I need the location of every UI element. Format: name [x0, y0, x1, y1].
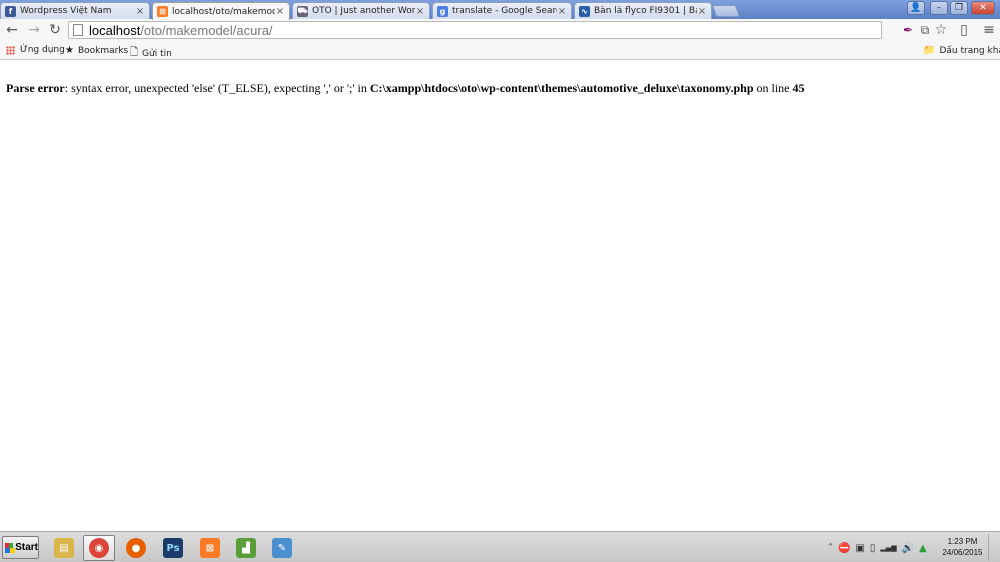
clock-time: 1:23 PM — [947, 537, 978, 546]
tab-oto[interactable]: ⛟ OTO | Just another WordPre × — [292, 2, 430, 19]
translate-icon[interactable]: ⧉ — [917, 22, 933, 38]
facebook-icon: f — [5, 5, 16, 17]
folder-icon: 📁 — [923, 45, 936, 56]
page-icon: 🗋 — [130, 47, 139, 58]
tab-close-icon[interactable]: × — [557, 6, 567, 17]
tab-translate[interactable]: g translate - Google Search × — [432, 2, 572, 19]
tray-volume-icon[interactable]: 🔊 — [902, 543, 914, 554]
new-tab-button[interactable] — [711, 5, 741, 17]
bookmark-label: Bookmarks — [77, 45, 129, 56]
show-desktop-button[interactable] — [988, 534, 998, 561]
chrome-icon: ◉ — [89, 538, 109, 558]
taskbar-app[interactable]: ● — [120, 535, 152, 561]
php-error-message: Parse error: syntax error, unexpected 'e… — [6, 81, 805, 96]
tray-drive-icon[interactable]: ▲ — [919, 543, 927, 554]
start-button[interactable]: Start — [2, 536, 39, 559]
bookmark-apps[interactable]: Ứng dụng — [6, 45, 65, 55]
tab-wordpress-vietnam[interactable]: f Wordpress Việt Nam × — [0, 2, 150, 19]
taskbar-app[interactable]: ▟ — [230, 535, 262, 561]
bookmark-label: Dấu trang khác — [939, 45, 1000, 56]
page-content: Parse error: syntax error, unexpected 'e… — [0, 61, 1000, 531]
error-file-path: C:\xampp\htdocs\oto\wp-content\themes\au… — [369, 81, 754, 95]
menu-icon[interactable]: ≡ — [981, 22, 997, 38]
close-window-button[interactable]: ✕ — [971, 1, 995, 15]
tab-title: Bàn là flyco FI9301 | Bàn là — [594, 6, 697, 16]
tab-title: translate - Google Search — [452, 6, 557, 16]
tab-title: Wordpress Việt Nam — [20, 6, 112, 16]
back-icon[interactable]: ← — [4, 22, 20, 38]
star-icon: ★ — [65, 45, 74, 56]
error-text: : syntax error, unexpected 'else' (T_ELS… — [64, 81, 370, 95]
tab-strip: f Wordpress Việt Nam × ⊠ localhost/oto/m… — [0, 0, 1000, 20]
file-explorer-icon: ▤ — [54, 538, 74, 558]
url-host: localhost — [89, 22, 141, 38]
tray-expand-icon[interactable]: ˄ — [828, 543, 833, 554]
xampp-icon: ⊠ — [157, 6, 168, 17]
apps-grid-icon — [6, 45, 15, 55]
reload-icon[interactable]: ↻ — [47, 22, 63, 38]
extension-icon[interactable]: ✒ — [900, 22, 916, 38]
clock-date: 24/06/2015 — [942, 548, 983, 557]
tab-localhost[interactable]: ⊠ localhost/oto/makemodel/ac × — [152, 2, 290, 20]
error-label: Parse error — [6, 81, 65, 95]
bookmark-label: Gửi tin — [142, 48, 172, 59]
paint-icon: ✎ — [272, 538, 292, 558]
taskbar-app[interactable]: ▤ — [48, 535, 80, 561]
phone-icon[interactable]: ▯ — [956, 22, 972, 38]
bookmark-label: Ứng dụng — [20, 45, 65, 55]
minimize-button[interactable]: – — [930, 1, 948, 15]
xampp-icon: ⊠ — [200, 538, 220, 558]
tray-alert-icon[interactable]: ⛔ — [838, 543, 850, 554]
tray-device-icon[interactable]: ▣ — [855, 543, 864, 554]
error-on-line: on line — [753, 81, 793, 95]
start-label: Start — [15, 542, 38, 553]
taskbar-clock[interactable]: 1:23 PM 24/06/2015 — [935, 536, 990, 558]
taskbar: Start ▤ ◉ ● Ps ⊠ ▟ ✎ ˄ ⛔ ▣ ▯ ▂▄▆ 🔊 ▲ 1:2… — [0, 531, 1000, 562]
tab-ban-la[interactable]: ∿ Bàn là flyco FI9301 | Bàn là × — [574, 2, 712, 19]
tab-close-icon[interactable]: × — [135, 6, 145, 17]
tray-battery-icon[interactable]: ▯ — [870, 543, 876, 554]
bookmark-bookmarks[interactable]: ★ Bookmarks — [65, 45, 128, 56]
browser-toolbar: ← → ↻ localhost/oto/makemodel/acura/ ✒ ⧉… — [0, 19, 1000, 42]
photoshop-icon: Ps — [163, 538, 183, 558]
restore-button[interactable]: ❐ — [950, 1, 968, 15]
bookmark-other[interactable]: 📁 Dấu trang khác — [923, 45, 1000, 56]
taskbar-app[interactable]: ⊠ — [194, 535, 226, 561]
forward-icon[interactable]: → — [26, 22, 42, 38]
tab-title: OTO | Just another WordPre — [312, 6, 415, 16]
chart-app-icon: ▟ — [236, 538, 256, 558]
taskbar-app[interactable]: ◉ — [83, 535, 115, 561]
bookmarks-bar: Ứng dụng ★ Bookmarks 🗋 Gửi tin 📁 Dấu tra… — [0, 42, 1000, 60]
page-icon — [73, 24, 83, 36]
tab-title: localhost/oto/makemodel/ac — [172, 6, 275, 17]
error-line-number: 45 — [792, 81, 805, 95]
car-icon: ⛟ — [297, 5, 308, 17]
site-icon: ∿ — [579, 5, 590, 17]
taskbar-app[interactable]: ✎ — [266, 535, 298, 561]
windows-logo-icon — [5, 542, 16, 553]
tray-network-icon[interactable]: ▂▄▆ — [880, 544, 896, 552]
user-icon[interactable]: 👤 — [907, 1, 925, 15]
tab-close-icon[interactable]: × — [275, 6, 285, 17]
firefox-icon: ● — [126, 538, 146, 558]
star-icon[interactable]: ☆ — [933, 22, 949, 38]
url-path: /oto/makemodel/acura/ — [140, 22, 273, 38]
tab-close-icon[interactable]: × — [697, 6, 707, 17]
tab-close-icon[interactable]: × — [415, 6, 425, 17]
google-icon: g — [437, 5, 448, 17]
taskbar-app[interactable]: Ps — [157, 535, 189, 561]
address-bar[interactable]: localhost/oto/makemodel/acura/ — [68, 21, 882, 39]
bookmark-gui-tin[interactable]: 🗋 Gửi tin — [130, 45, 172, 62]
